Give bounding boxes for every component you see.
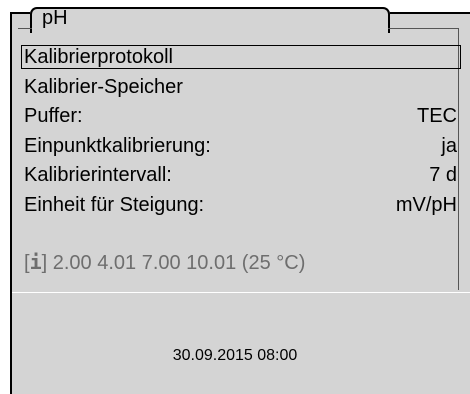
frame-inner-right (388, 28, 458, 29)
info-bracket-close: ] (41, 252, 48, 274)
menu-item-kalibrier-speicher[interactable]: Kalibrier-Speicher (21, 75, 461, 99)
buffer-set-info: [i] 2.00 4.01 7.00 10.01 (25 °C) (24, 250, 305, 275)
menu-item-value: mV/pH (395, 194, 457, 216)
datetime-display: 30.09.2015 08:00 (172, 347, 298, 364)
menu-item-puffer[interactable]: Puffer: TEC (21, 104, 461, 128)
buffer-values: 2.00 4.01 7.00 10.01 (25 °C) (52, 252, 306, 274)
menu-item-label: Kalibrierprotokoll (24, 46, 173, 68)
menu-item-label: Puffer: (24, 105, 83, 127)
menu-item-kalibrierintervall[interactable]: Kalibrierintervall: 7 d (21, 163, 461, 187)
menu-item-label: Kalibrierintervall: (24, 164, 172, 186)
menu-item-value: 7 d (429, 164, 457, 186)
tab-ph (30, 7, 390, 33)
divider (11, 292, 470, 293)
menu-item-value: ja (441, 135, 457, 157)
frame-left-border (10, 12, 12, 394)
status-bar (11, 292, 470, 394)
menu-item-einpunktkalibrierung[interactable]: Einpunktkalibrierung: ja (21, 134, 461, 158)
menu-item-label: Einheit für Steigung: (24, 194, 205, 216)
menu-item-value: TEC (417, 105, 457, 127)
frame-top-left (10, 12, 30, 14)
menu-item-kalibrierprotokoll[interactable]: Kalibrierprotokoll (21, 45, 461, 69)
menu-item-label: Einpunktkalibrierung: (24, 135, 211, 157)
menu-item-label: Kalibrier-Speicher (24, 76, 183, 98)
frame-top-right (390, 12, 470, 14)
page-title: pH (42, 7, 68, 29)
menu-item-einheit-steigung[interactable]: Einheit für Steigung: mV/pH (21, 193, 461, 217)
info-icon: i (29, 250, 42, 274)
frame-inner-left (18, 28, 32, 29)
